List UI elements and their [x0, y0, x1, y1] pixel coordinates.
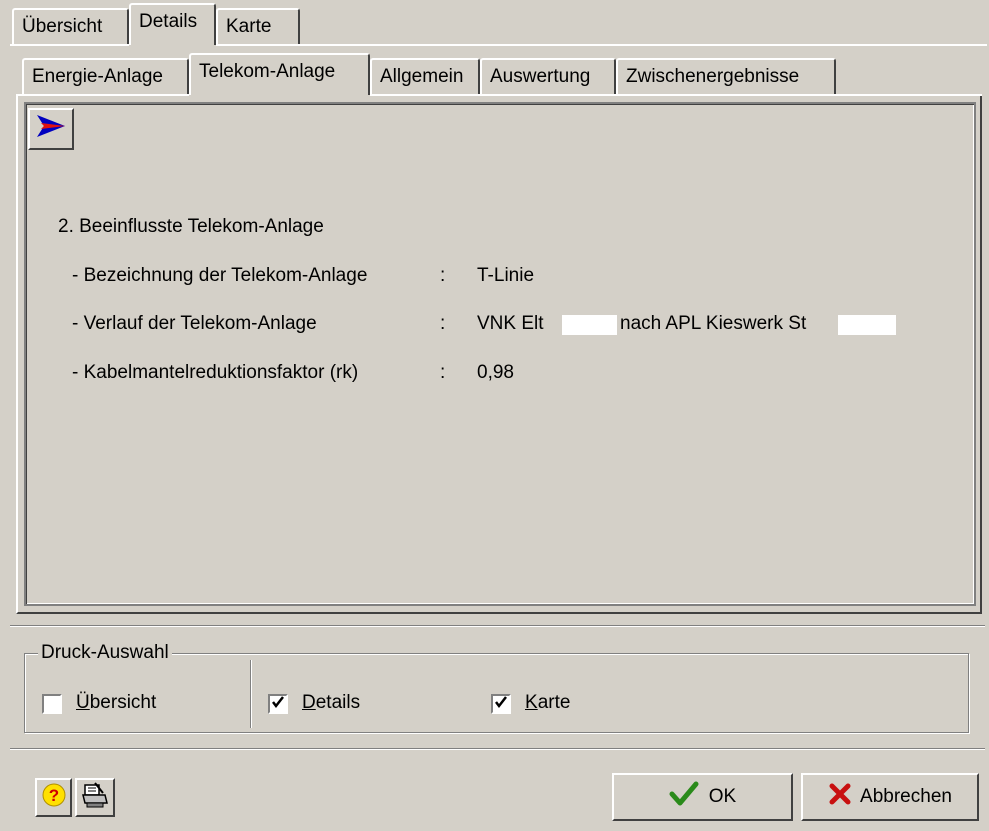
label-rest: bersicht [89, 692, 157, 713]
tab-energie-anlage[interactable]: Energie-Anlage [22, 58, 189, 94]
checkbox-details[interactable] [268, 694, 288, 714]
outer-tab-baseline [216, 44, 987, 46]
redacted-block [562, 315, 617, 335]
label-rest: arte [537, 692, 571, 713]
tab-telekom-anlage[interactable]: Telekom-Anlage [189, 53, 370, 95]
inner-tab-baseline [16, 94, 189, 96]
help-icon: ? [41, 782, 67, 814]
checkbox-label-details[interactable]: Details [302, 692, 360, 714]
divider [10, 749, 985, 750]
group-title: Druck-Auswahl [38, 642, 172, 664]
tab-allgemein[interactable]: Allgemein [370, 58, 480, 94]
checkbox-label-uebersicht[interactable]: Übersicht [76, 692, 156, 714]
redacted-block [838, 315, 896, 335]
outer-tab-baseline [10, 44, 129, 46]
content-panel [24, 102, 976, 606]
tab-auswertung[interactable]: Auswertung [480, 58, 616, 94]
tab-details[interactable]: Details [129, 3, 216, 45]
field-label-bezeichnung: - Bezeichnung der Telekom-Anlage [72, 265, 368, 286]
navigate-arrow-button[interactable] [28, 108, 74, 150]
tab-label: Übersicht [22, 16, 103, 37]
field-value-verlauf: VNK Elt [477, 313, 544, 334]
arrow-right-icon [35, 113, 67, 145]
field-value-verlauf-cont: nach APL Kieswerk St [620, 313, 807, 334]
tab-label: Details [139, 11, 198, 32]
accesskey-letter: D [302, 692, 316, 713]
field-value-kabelmantel: 0,98 [477, 362, 514, 383]
field-separator: : [440, 362, 446, 383]
divider [10, 626, 985, 627]
checkbox-uebersicht[interactable] [42, 694, 62, 714]
accesskey-letter: Ü [76, 692, 90, 713]
group-divider [251, 660, 252, 728]
cancel-label: Abbrechen [860, 786, 952, 807]
ok-label: OK [708, 786, 737, 807]
label-rest: etails [315, 692, 361, 713]
tab-zwischenergebnisse[interactable]: Zwischenergebnisse [616, 58, 836, 94]
field-value-bezeichnung: T-Linie [477, 265, 535, 286]
print-setup-icon [81, 781, 109, 815]
checkmark-icon [494, 693, 508, 715]
print-setup-button[interactable] [75, 778, 115, 817]
tab-label: Zwischenergebnisse [626, 66, 800, 87]
svg-text:?: ? [48, 786, 58, 805]
checkbox-label-karte[interactable]: Karte [525, 692, 570, 714]
inner-tab-baseline [370, 94, 982, 96]
tab-label: Auswertung [490, 66, 591, 87]
field-separator: : [440, 265, 446, 286]
section-heading: 2. Beeinflusste Telekom-Anlage [58, 216, 324, 237]
field-label-verlauf: - Verlauf der Telekom-Anlage [72, 313, 317, 334]
checkmark-icon [271, 693, 285, 715]
field-label-kabelmantel: - Kabelmantelreduktionsfaktor (rk) [72, 362, 359, 383]
cancel-button[interactable]: Abbrechen [801, 773, 979, 821]
ok-button[interactable]: OK [612, 773, 793, 821]
tab-label: Karte [226, 16, 272, 37]
help-button[interactable]: ? [35, 778, 72, 817]
accesskey-letter: K [525, 692, 538, 713]
checkmark-icon [669, 781, 699, 813]
tab-label: Energie-Anlage [32, 66, 163, 87]
field-separator: : [440, 313, 446, 334]
tab-uebersicht[interactable]: Übersicht [12, 8, 129, 44]
tab-label: Telekom-Anlage [199, 61, 336, 82]
tab-label: Allgemein [380, 66, 464, 87]
checkbox-karte[interactable] [491, 694, 511, 714]
tab-karte[interactable]: Karte [216, 8, 300, 44]
cross-icon [828, 782, 852, 812]
